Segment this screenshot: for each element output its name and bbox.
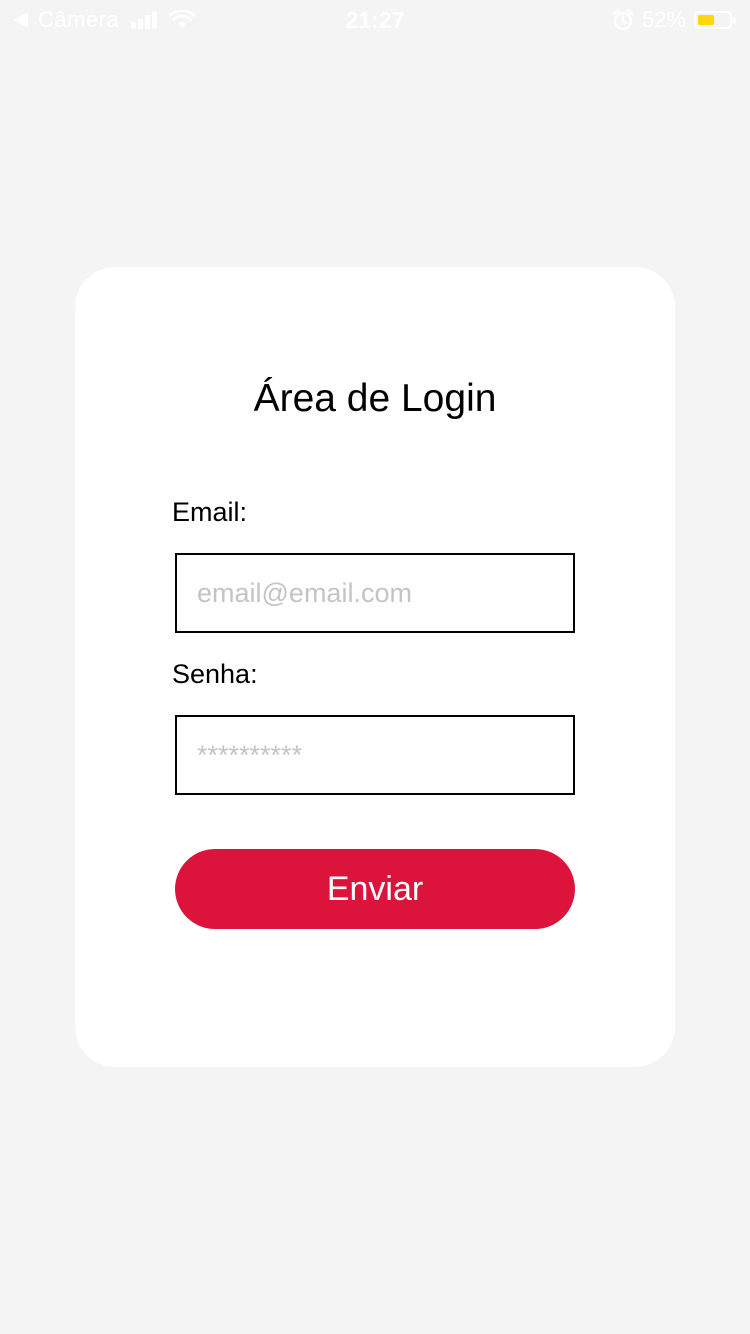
password-label: Senha: — [172, 659, 258, 689]
email-label: Email: — [172, 497, 248, 527]
page-title: Área de Login — [253, 377, 497, 420]
status-bar: Câmera 21:27 52% — [0, 0, 750, 40]
submit-button[interactable]: Enviar — [175, 849, 575, 929]
password-field[interactable] — [175, 715, 575, 795]
battery-icon — [694, 11, 732, 29]
login-card: Área de Login Email: Senha: Enviar — [75, 267, 675, 1067]
status-right: 52% — [612, 7, 736, 33]
battery-percent: 52% — [641, 7, 686, 32]
battery-level-fill — [698, 15, 714, 25]
alarm-icon — [612, 9, 634, 31]
battery-cap — [733, 16, 736, 24]
email-field[interactable] — [175, 553, 575, 633]
